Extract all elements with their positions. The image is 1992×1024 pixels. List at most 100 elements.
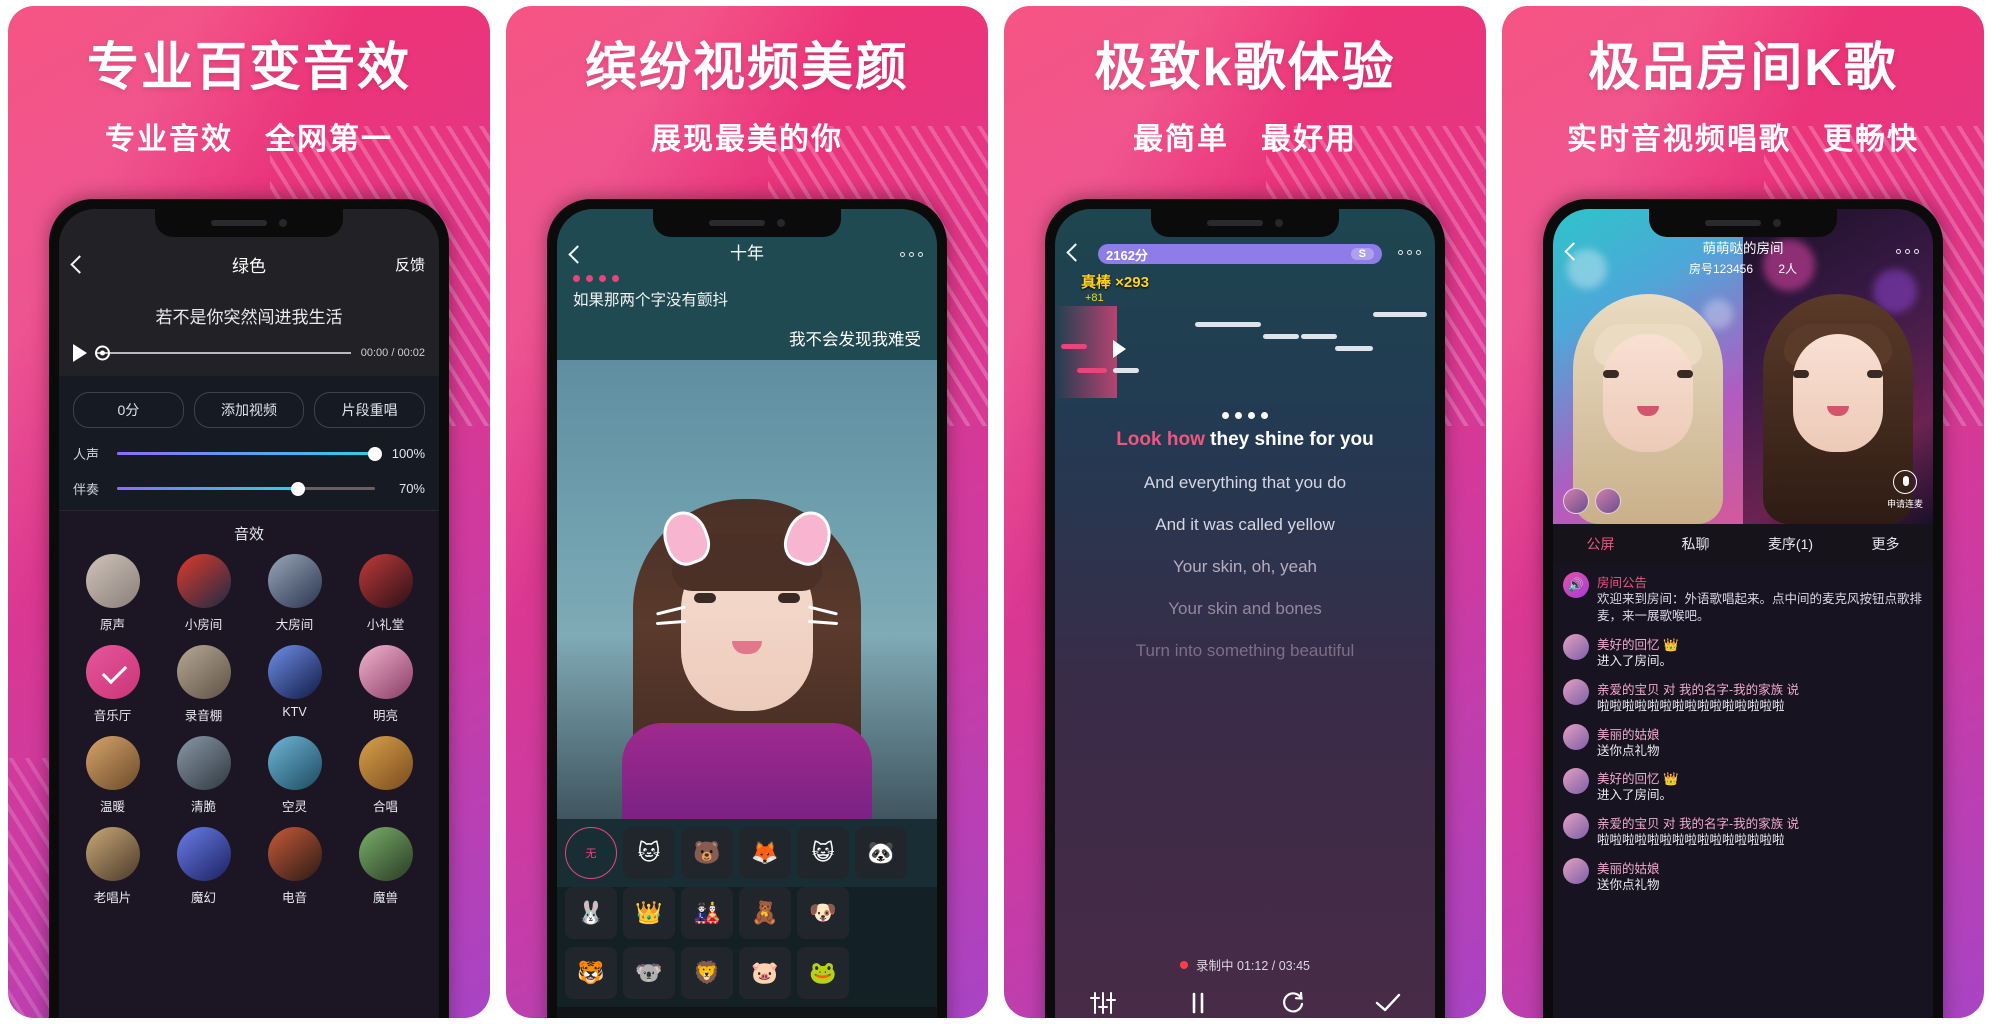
mini-avatars[interactable] (1563, 488, 1621, 514)
play-icon[interactable] (73, 344, 87, 362)
phone-mockup: 绿色 反馈 若不是你突然闯进我生活 00:00 / 00:02 0分 添加视频 … (49, 199, 449, 1018)
score-chip[interactable]: 0分 (73, 392, 184, 428)
effect-item[interactable]: 空灵 (251, 736, 338, 815)
lyric-next: 我不会发现我难受 (789, 331, 921, 349)
eye-right (778, 593, 800, 603)
tool-pause[interactable]: 暂停 (1150, 988, 1245, 1018)
tool-effects[interactable]: 音效 (1055, 988, 1150, 1018)
chat-tabs: 公屏 私聊 麦序(1) 更多 (1553, 524, 1933, 564)
effect-item[interactable]: 小礼堂 (342, 554, 429, 633)
effect-item[interactable]: KTV (251, 645, 338, 724)
effect-item[interactable]: 明亮 (342, 645, 429, 724)
brown-bear-sticker[interactable]: 🐸 (797, 947, 849, 999)
chat-list[interactable]: 房间公告欢迎来到房间：外语歌唱起来。点中间的麦克风按钮点歌排麦，来一展歌喉吧。美… (1553, 564, 1933, 1018)
message-text: 送你点礼物 (1597, 878, 1660, 893)
microphone-icon (1892, 470, 1917, 494)
chevron-left-icon[interactable] (1564, 241, 1583, 261)
message-body: 美丽的姑娘 送你点礼物 (1597, 858, 1660, 894)
request-mic-button[interactable]: 申请连麦 (1887, 470, 1923, 510)
effect-item[interactable]: 温暖 (69, 736, 156, 815)
effect-item[interactable]: 电音 (251, 827, 338, 906)
more-dots-icon[interactable] (1398, 249, 1421, 255)
black-cat-sticker[interactable]: 👑 (623, 887, 675, 939)
navbar (1553, 231, 1933, 271)
effect-item[interactable]: 小房间 (160, 554, 247, 633)
chat-tab-0[interactable]: 公屏 (1553, 534, 1648, 554)
feedback-button[interactable]: 反馈 (395, 254, 425, 275)
effect-thumb-10 (267, 736, 322, 790)
chevron-left-icon[interactable] (70, 254, 89, 274)
chat-message: 美丽的姑娘 送你点礼物 (1563, 723, 1923, 760)
panel-video-beauty: 缤纷视频美颜 展现最美的你 十年 如果那两个字没有颤抖 我不会发现我难受 无 🐱… (506, 6, 988, 1018)
chat-tab-3[interactable]: 更多 (1838, 534, 1933, 554)
cat-ears-sticker[interactable]: 🐱 (623, 827, 675, 879)
chevron-left-icon[interactable] (568, 244, 587, 264)
effect-item[interactable]: 原声 (69, 554, 156, 633)
effect-item[interactable]: 合唱 (342, 736, 429, 815)
more-dots-icon[interactable] (1896, 248, 1919, 254)
accomp-slider[interactable] (117, 481, 375, 496)
eye-right (1677, 370, 1693, 378)
face-icon[interactable]: 😀 (871, 1015, 933, 1018)
effect-item[interactable]: 老唱片 (69, 827, 156, 906)
effect-item[interactable]: 清脆 (160, 736, 247, 815)
tool-done[interactable]: 完成 (1340, 988, 1435, 1018)
effect-label: 明亮 (372, 709, 398, 723)
effect-label: 魔兽 (372, 891, 398, 905)
message-text: 啦啦啦啦啦啦啦啦啦啦啦啦啦啦啦 (1597, 698, 1785, 713)
fox-sticker[interactable]: 🦊 (739, 827, 791, 879)
sound-effect-app: 绿色 反馈 若不是你突然闯进我生活 00:00 / 00:02 0分 添加视频 … (59, 209, 439, 1018)
white-cat-sticker[interactable]: 😺 (797, 827, 849, 879)
resing-segment-chip[interactable]: 片段重唱 (314, 392, 426, 428)
phone-screen: 十年 如果那两个字没有颤抖 我不会发现我难受 无 🐱 🐻 🦊 😺 🐼 🐰 👑 🎎… (557, 209, 937, 1018)
pitch-bar-2 (1195, 322, 1261, 327)
lyric-next-3: Your skin, oh, yeah (1173, 557, 1317, 576)
hot-icon[interactable]: 🔥 (623, 1015, 685, 1018)
camera-preview[interactable] (557, 360, 937, 819)
panel-subline: 展现最美的你 (651, 123, 843, 157)
geisha-sticker[interactable]: 🦁 (681, 947, 733, 999)
effect-item[interactable]: 音乐厅 (69, 645, 156, 724)
effect-item[interactable]: 录音棚 (160, 645, 247, 724)
effect-label: KTV (282, 705, 307, 719)
progress-track[interactable] (95, 345, 351, 361)
progress-knob[interactable] (95, 345, 110, 361)
phone-notch (155, 209, 343, 237)
add-video-chip[interactable]: 添加视频 (193, 392, 305, 428)
tool-redo[interactable]: 重录 (1245, 988, 1340, 1018)
effect-item[interactable]: 大房间 (251, 554, 338, 633)
pitch-bar-1 (1113, 368, 1139, 373)
playback-time: 00:00 / 00:02 (360, 347, 425, 359)
more-dots-icon[interactable] (900, 251, 923, 257)
avatar (1563, 723, 1589, 750)
chat-tab-1[interactable]: 私聊 (1648, 534, 1743, 554)
mask-icon[interactable]: 🎭 (685, 1015, 747, 1018)
kitty-sticker[interactable]: 🐷 (739, 947, 791, 999)
star-icon[interactable]: ⭐ (561, 1015, 623, 1018)
effect-thumb-7 (358, 645, 413, 699)
monster-icon[interactable]: 👹 (809, 1015, 871, 1018)
panda-sticker[interactable]: 🐯 (565, 947, 617, 999)
message-sender: 美丽的姑娘 (1597, 862, 1660, 877)
progress-dots-icon (573, 275, 921, 282)
vocal-slider[interactable] (117, 446, 382, 461)
effect-item[interactable]: 魔兽 (342, 827, 429, 906)
effect-thumb-12 (85, 827, 140, 881)
face-shape (1793, 334, 1883, 452)
pitch-bar-hit-2 (1077, 368, 1107, 373)
bunny-sticker[interactable]: 🐰 (565, 887, 617, 939)
message-sender: 房间公告 (1597, 576, 1648, 590)
doll-sticker[interactable]: 🧸 (739, 887, 791, 939)
effect-item[interactable]: 魔幻 (160, 827, 247, 906)
rabbit-sticker[interactable]: 🎎 (681, 887, 733, 939)
bear-hat-sticker[interactable]: 🐼 (855, 827, 907, 879)
effect-thumb-14 (267, 827, 322, 881)
ghost-icon[interactable]: 👻 (747, 1015, 809, 1018)
panel-subline: 最简单 最好用 (1133, 123, 1357, 157)
crown-sticker[interactable]: 🐶 (797, 887, 849, 939)
phone-screen: 申请连麦 萌萌哒的房间 房号123456 2人 公屏 私聊 麦序(1) 更多 🔊… (1553, 209, 1933, 1018)
cat-face-sticker[interactable]: 🐻 (681, 827, 733, 879)
sticker-none[interactable]: 无 (565, 827, 617, 879)
chat-tab-2[interactable]: 麦序(1) (1743, 534, 1838, 554)
pink-cat-sticker[interactable]: 🐨 (623, 947, 675, 999)
